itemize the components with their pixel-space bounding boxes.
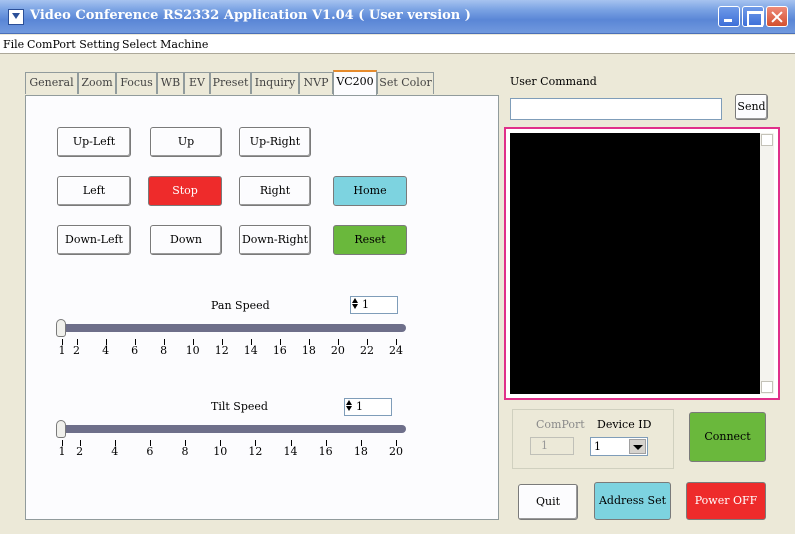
close-icon[interactable] xyxy=(766,6,788,27)
menu-file[interactable]: File xyxy=(3,38,24,51)
slider-tick-label: 18 xyxy=(353,445,368,458)
slider-tick-label: 8 xyxy=(160,344,168,357)
stop-button[interactable]: Stop xyxy=(148,176,222,206)
up-left-button[interactable]: Up-Left xyxy=(57,127,131,157)
down-right-button[interactable]: Down-Right xyxy=(239,225,311,255)
minimize-icon[interactable] xyxy=(718,6,740,27)
user-command-label: User Command xyxy=(510,75,597,88)
tilt-speed-value: 1 xyxy=(356,400,363,413)
connect-button[interactable]: Connect xyxy=(689,412,766,462)
log-scrollbar[interactable] xyxy=(760,133,774,394)
reset-button[interactable]: Reset xyxy=(333,225,407,255)
tab-nvp[interactable]: NVP xyxy=(299,72,333,94)
pan-speed-spinner[interactable]: 1 xyxy=(350,296,398,314)
slider-tick-label: 14 xyxy=(243,344,258,357)
tab-set-color[interactable]: Set Color xyxy=(377,72,434,94)
device-id-select[interactable]: 1 xyxy=(590,437,648,456)
comport-value: 1 xyxy=(541,439,548,452)
window-title: Video Conference RS2332 Application V1.0… xyxy=(30,8,471,23)
slider-tick-label: 16 xyxy=(318,445,333,458)
slider-tick-label: 22 xyxy=(359,344,374,357)
tab-wb[interactable]: WB xyxy=(157,72,184,94)
device-id-value: 1 xyxy=(594,440,601,453)
slider-tick-label: 8 xyxy=(181,445,189,458)
tab-general[interactable]: General xyxy=(25,72,78,94)
pan-speed-value: 1 xyxy=(362,298,369,311)
tab-ev[interactable]: EV xyxy=(184,72,210,94)
menu-comport-setting[interactable]: ComPort Setting xyxy=(27,38,120,51)
spinner-arrows-icon[interactable] xyxy=(351,297,360,313)
slider-tick-label: 2 xyxy=(76,445,84,458)
spinner-arrows-icon[interactable] xyxy=(345,399,354,415)
slider-tick-label: 2 xyxy=(73,344,81,357)
pan-speed-label: Pan Speed xyxy=(211,299,270,312)
slider-tick-label: 12 xyxy=(214,344,229,357)
up-button[interactable]: Up xyxy=(150,127,222,157)
home-button[interactable]: Home xyxy=(333,176,407,206)
tilt-speed-label: Tilt Speed xyxy=(211,400,268,413)
tilt-speed-slider[interactable] xyxy=(60,425,406,433)
slider-tick-label: 24 xyxy=(389,344,403,357)
comport-label: ComPort xyxy=(536,418,585,431)
response-log[interactable] xyxy=(510,133,774,394)
pan-speed-slider[interactable] xyxy=(60,324,406,332)
menu-select-machine[interactable]: Select Machine xyxy=(122,38,208,51)
send-button[interactable]: Send xyxy=(735,94,768,120)
tilt-speed-spinner[interactable]: 1 xyxy=(344,398,392,416)
user-command-input[interactable] xyxy=(510,98,722,120)
slider-tick-label: 10 xyxy=(185,344,200,357)
tab-focus[interactable]: Focus xyxy=(116,72,157,94)
slider-tick-label: 12 xyxy=(248,445,263,458)
slider-tick-label: 4 xyxy=(111,445,119,458)
slider-tick-label: 6 xyxy=(146,445,154,458)
tilt-speed-thumb[interactable] xyxy=(56,420,66,438)
down-left-button[interactable]: Down-Left xyxy=(57,225,131,255)
left-button[interactable]: Left xyxy=(57,176,131,206)
slider-tick-label: 4 xyxy=(102,344,110,357)
app-menu-icon[interactable] xyxy=(8,9,24,25)
slider-tick-label: 6 xyxy=(131,344,139,357)
comport-spinner: 1 xyxy=(530,437,574,455)
menu-bar: File ComPort Setting Select Machine xyxy=(0,35,795,54)
title-bar: Video Conference RS2332 Application V1.0… xyxy=(0,0,795,34)
slider-tick-label: 18 xyxy=(301,344,316,357)
maximize-icon[interactable] xyxy=(742,6,764,27)
tab-vc200[interactable]: VC200 xyxy=(333,70,377,95)
slider-tick-label: 14 xyxy=(283,445,298,458)
device-id-label: Device ID xyxy=(597,418,652,431)
slider-tick-label: 16 xyxy=(272,344,287,357)
tab-preset[interactable]: Preset xyxy=(210,72,251,94)
pan-speed-thumb[interactable] xyxy=(56,319,66,337)
slider-tick-label: 10 xyxy=(213,445,228,458)
quit-button[interactable]: Quit xyxy=(518,484,578,520)
slider-tick-label: 20 xyxy=(330,344,345,357)
up-right-button[interactable]: Up-Right xyxy=(239,127,311,157)
right-button[interactable]: Right xyxy=(239,176,311,206)
scroll-down-icon[interactable] xyxy=(761,381,773,393)
scroll-up-icon[interactable] xyxy=(761,134,773,146)
slider-tick-label: 20 xyxy=(389,445,403,458)
response-log-frame xyxy=(504,127,780,400)
down-button[interactable]: Down xyxy=(150,225,222,255)
tab-zoom[interactable]: Zoom xyxy=(78,72,116,94)
address-set-button[interactable]: Address Set xyxy=(594,482,671,520)
app-window: Video Conference RS2332 Application V1.0… xyxy=(0,0,795,534)
chevron-down-icon[interactable] xyxy=(629,439,646,454)
tab-inquiry[interactable]: Inquiry xyxy=(251,72,299,94)
power-off-button[interactable]: Power OFF xyxy=(686,482,766,520)
